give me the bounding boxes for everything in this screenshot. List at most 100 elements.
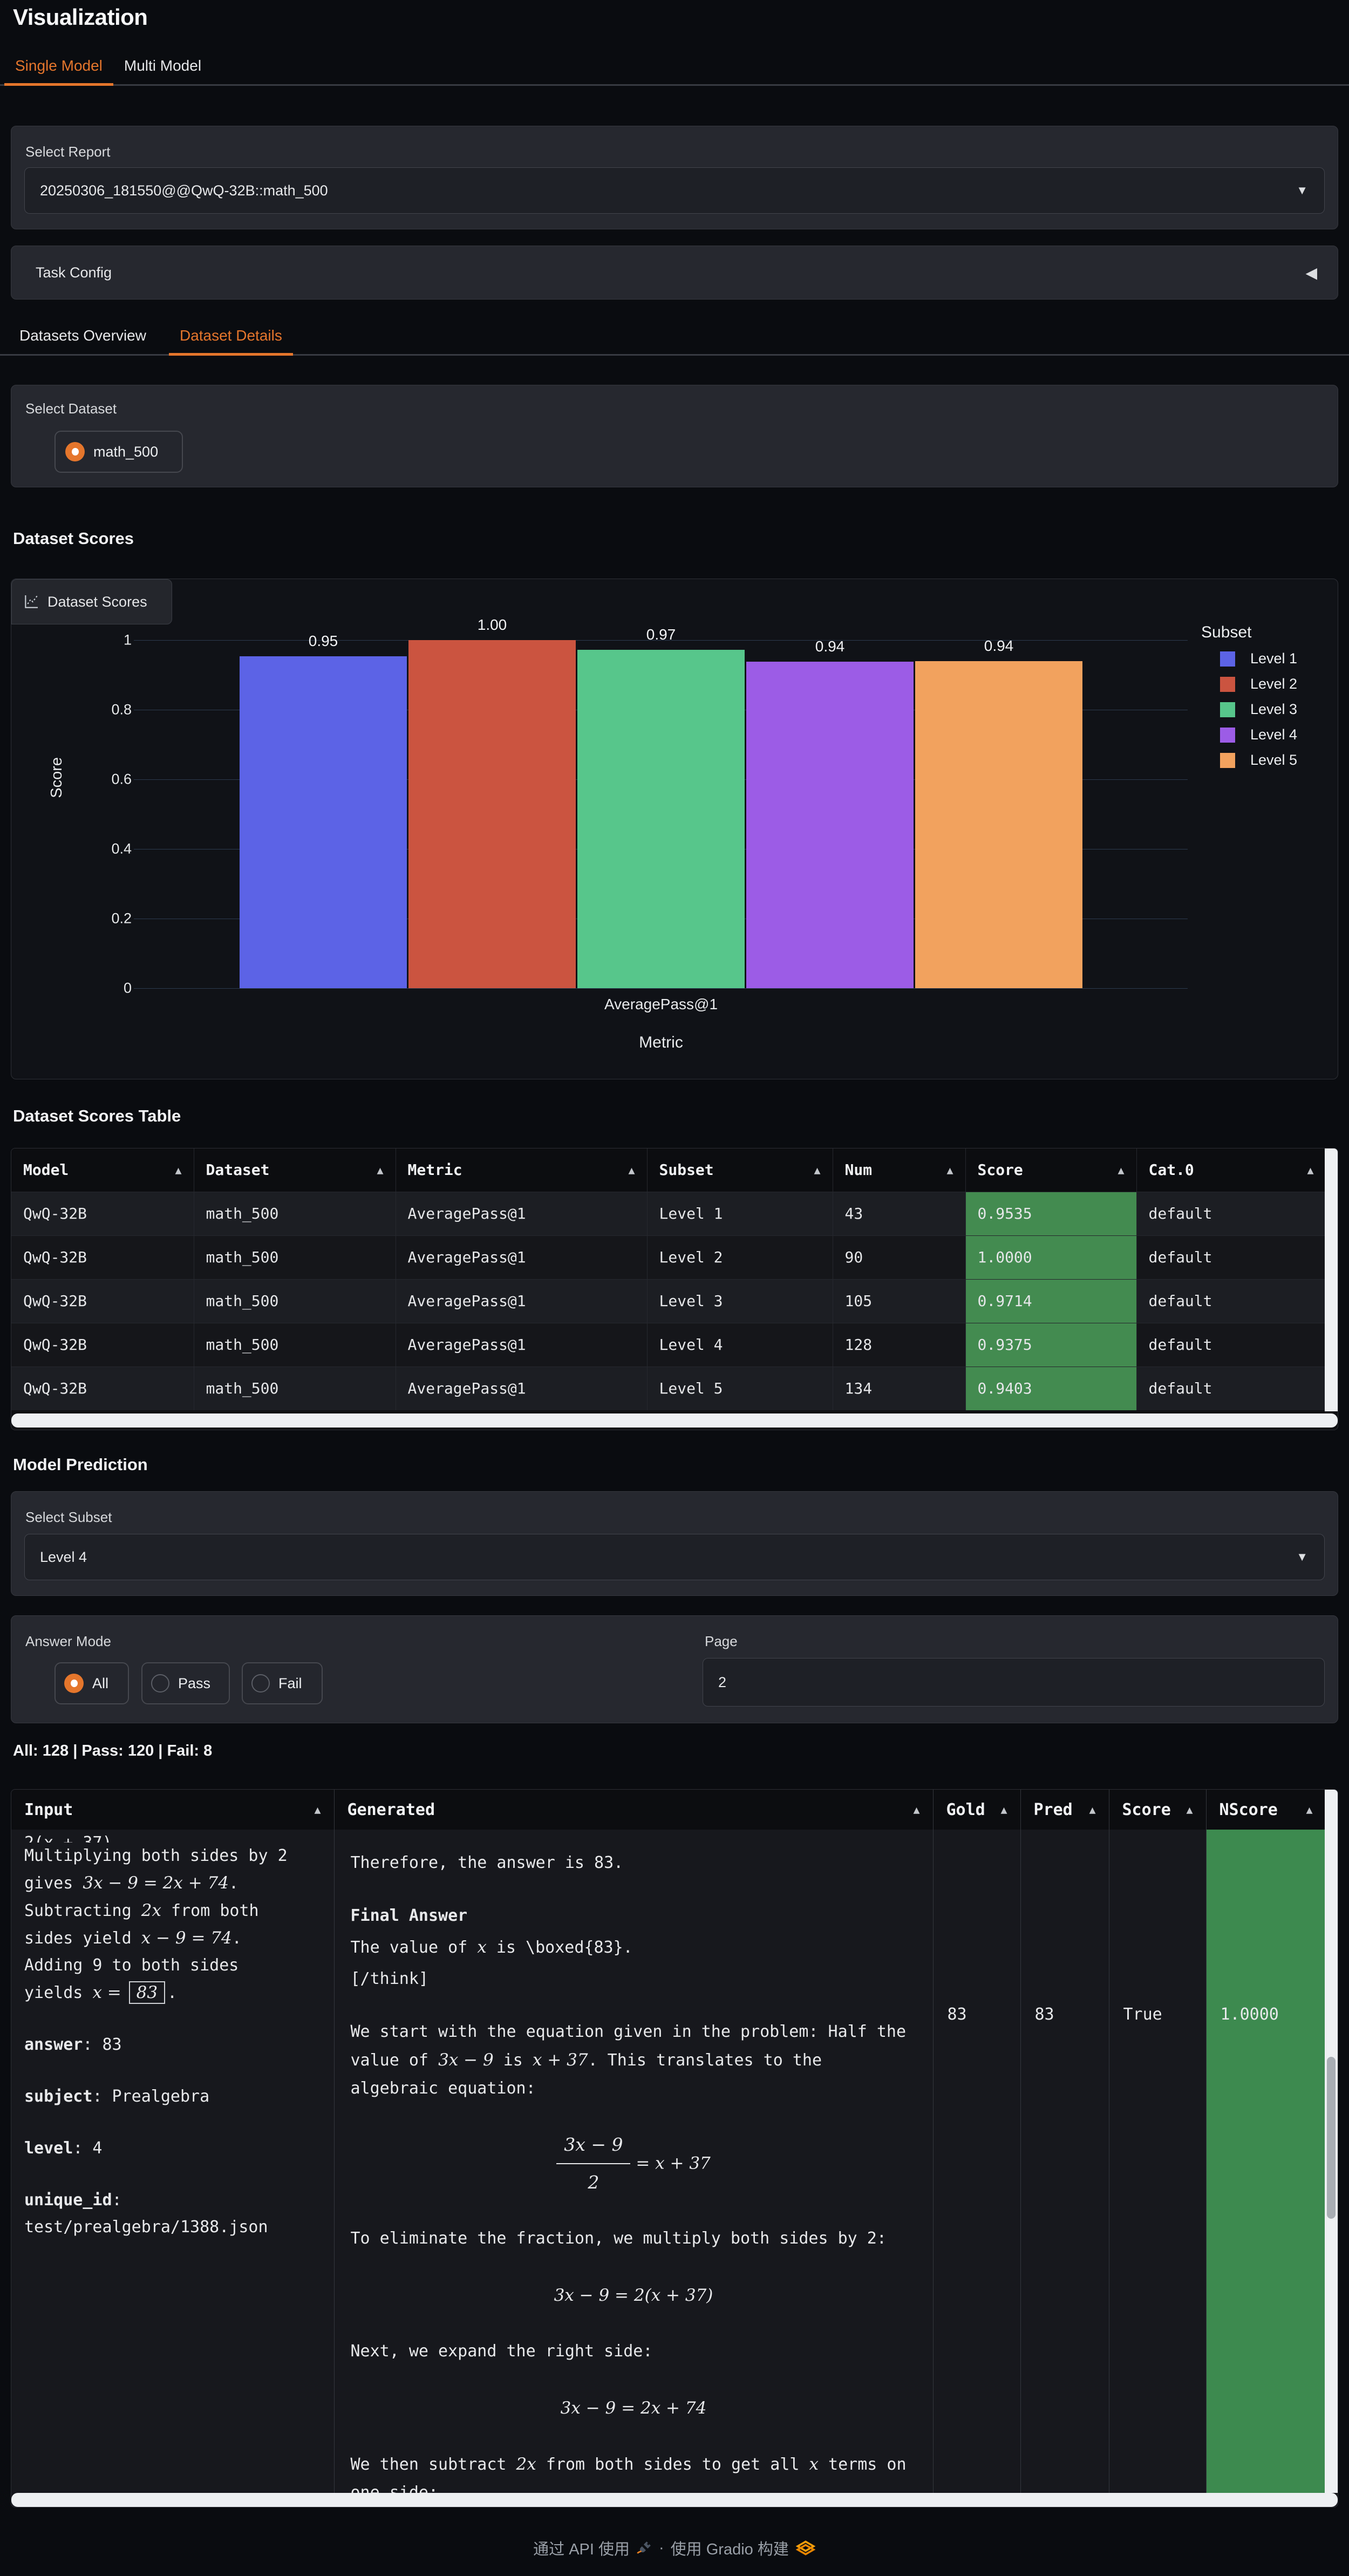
mode-radio-fail[interactable]: Fail: [242, 1662, 323, 1704]
collapse-arrow-icon[interactable]: ◀: [1305, 264, 1317, 282]
tab-dataset-details[interactable]: Dataset Details: [169, 318, 293, 356]
dataset-scores-heading: Dataset Scores: [13, 529, 134, 548]
bar[interactable]: [240, 656, 407, 988]
col-input[interactable]: Input▲: [11, 1790, 334, 1830]
legend-swatch: [1220, 753, 1235, 768]
col-generated[interactable]: Generated▲: [334, 1790, 933, 1830]
sort-asc-icon[interactable]: ▲: [1000, 1803, 1007, 1816]
gold-cell[interactable]: 83: [933, 1830, 1020, 2507]
radio-unselected-icon[interactable]: [151, 1674, 169, 1693]
input-cell[interactable]: 2(x + 37) Multiplying both sides by 2 gi…: [11, 1830, 334, 2507]
dataset-radio-math500[interactable]: math_500: [54, 431, 183, 473]
mode-radio-all[interactable]: All: [54, 1662, 129, 1704]
table-row[interactable]: QwQ-32Bmath_500 AveragePass@1Level 5 134…: [11, 1367, 1326, 1410]
tab-single-model[interactable]: Single Model: [4, 49, 113, 86]
legend-item[interactable]: Level 2: [1220, 676, 1297, 692]
sort-asc-icon[interactable]: ▲: [1186, 1803, 1193, 1816]
task-config-label: Task Config: [36, 264, 112, 281]
mode-all-label: All: [92, 1675, 108, 1692]
chevron-down-icon[interactable]: ▼: [1296, 183, 1308, 198]
sort-asc-icon[interactable]: ▲: [175, 1164, 181, 1177]
legend-swatch: [1220, 702, 1235, 717]
sort-asc-icon[interactable]: ▲: [377, 1164, 383, 1177]
sort-asc-icon[interactable]: ▲: [1089, 1803, 1095, 1816]
bar[interactable]: [577, 650, 745, 988]
y-tick: 0.6: [60, 771, 132, 788]
horizontal-scrollbar[interactable]: [11, 2493, 1338, 2507]
nscore-cell[interactable]: 1.0000: [1206, 1830, 1326, 2507]
score-cell: 0.9714: [965, 1279, 1136, 1323]
bar-level-4[interactable]: 0.94: [746, 640, 914, 988]
table-row[interactable]: QwQ-32Bmath_500 AveragePass@1Level 4 128…: [11, 1323, 1326, 1367]
legend-item[interactable]: Level 5: [1220, 752, 1297, 769]
horizontal-scrollbar[interactable]: [11, 1413, 1338, 1428]
legend-item[interactable]: Level 4: [1220, 726, 1297, 743]
col-score[interactable]: Score▲: [965, 1148, 1136, 1192]
y-tick: 0.4: [60, 841, 132, 858]
col-pred[interactable]: Pred▲: [1020, 1790, 1109, 1830]
sort-asc-icon[interactable]: ▲: [1307, 1164, 1313, 1177]
col-dataset[interactable]: Dataset▲: [194, 1148, 396, 1192]
radio-selected-icon[interactable]: [64, 1674, 84, 1693]
task-config-accordion[interactable]: Task Config ◀: [11, 246, 1338, 300]
equation: 3x − 9 = 2(x + 37): [351, 2281, 917, 2309]
sort-asc-icon[interactable]: ▲: [314, 1803, 321, 1816]
vertical-scrollbar[interactable]: [1325, 1790, 1338, 2493]
generated-cell[interactable]: Therefore, the answer is 83. Final Answe…: [334, 1830, 933, 2507]
table-row[interactable]: QwQ-32Bmath_500 AveragePass@1Level 1 43 …: [11, 1192, 1326, 1235]
sort-asc-icon[interactable]: ▲: [946, 1164, 953, 1177]
chart-chip-label: Dataset Scores: [47, 594, 147, 610]
chart-tab-chip[interactable]: Dataset Scores: [11, 579, 172, 624]
mode-radio-pass[interactable]: Pass: [141, 1662, 230, 1704]
mode-pass-label: Pass: [178, 1675, 210, 1692]
bar[interactable]: [408, 640, 576, 988]
bar-level-2[interactable]: 1.00: [408, 640, 576, 988]
legend-item[interactable]: Level 3: [1220, 701, 1297, 718]
col-model[interactable]: Model▲: [11, 1148, 194, 1192]
col-num[interactable]: Num▲: [833, 1148, 965, 1192]
pred-cell[interactable]: 83: [1020, 1830, 1109, 2507]
bar-level-5[interactable]: 0.94: [915, 640, 1082, 988]
tab-datasets-overview[interactable]: Datasets Overview: [9, 318, 157, 356]
scrollbar-thumb[interactable]: [1327, 2057, 1336, 2219]
answer-mode-label: Answer Mode: [25, 1633, 111, 1650]
tab-multi-model[interactable]: Multi Model: [113, 49, 212, 86]
page-input[interactable]: 2: [703, 1658, 1325, 1707]
legend-label: Level 5: [1250, 752, 1297, 769]
subset-dropdown[interactable]: Level 4 ▼: [24, 1534, 1325, 1580]
col-score[interactable]: Score▲: [1109, 1790, 1206, 1830]
col-gold[interactable]: Gold▲: [933, 1790, 1020, 1830]
select-dataset-panel: Select Dataset math_500: [11, 385, 1338, 487]
bar[interactable]: [915, 661, 1082, 988]
chevron-down-icon[interactable]: ▼: [1296, 1550, 1308, 1564]
bar-level-3[interactable]: 0.97: [577, 640, 745, 988]
sort-asc-icon[interactable]: ▲: [814, 1164, 820, 1177]
dataset-scores-table: Model▲ Dataset▲ Metric▲ Subset▲ Num▲ Sco…: [11, 1148, 1338, 1430]
score-cell[interactable]: True: [1109, 1830, 1206, 2507]
footer-api-text[interactable]: 通过 API 使用: [533, 2537, 630, 2559]
col-cat0[interactable]: Cat.0▲: [1136, 1148, 1326, 1192]
legend-item[interactable]: Level 1: [1220, 650, 1297, 667]
vertical-scrollbar[interactable]: [1325, 1148, 1338, 1411]
sort-asc-icon[interactable]: ▲: [1118, 1164, 1124, 1177]
col-subset[interactable]: Subset▲: [647, 1148, 833, 1192]
radio-selected-icon[interactable]: [65, 442, 85, 461]
legend-label: Level 1: [1250, 650, 1297, 667]
report-dropdown[interactable]: 20250306_181550@@QwQ-32B::math_500 ▼: [24, 167, 1325, 214]
sort-asc-icon[interactable]: ▲: [628, 1164, 635, 1177]
dataset-tabbar: Datasets Overview Dataset Details: [0, 318, 1349, 356]
sort-asc-icon[interactable]: ▲: [913, 1803, 919, 1816]
page-title: Visualization: [13, 4, 147, 30]
bar-level-1[interactable]: 0.95: [240, 640, 407, 988]
radio-unselected-icon[interactable]: [251, 1674, 270, 1693]
col-nscore[interactable]: NScore▲: [1206, 1790, 1326, 1830]
table-row[interactable]: QwQ-32Bmath_500 AveragePass@1Level 3 105…: [11, 1279, 1326, 1323]
select-report-panel: Select Report 20250306_181550@@QwQ-32B::…: [11, 126, 1338, 229]
line-chart-icon: [23, 593, 40, 610]
prediction-row[interactable]: 2(x + 37) Multiplying both sides by 2 gi…: [11, 1830, 1326, 2507]
col-metric[interactable]: Metric▲: [396, 1148, 647, 1192]
bar[interactable]: [746, 662, 914, 988]
table-row[interactable]: QwQ-32Bmath_500 AveragePass@1Level 2 90 …: [11, 1235, 1326, 1279]
footer-built-text[interactable]: 使用 Gradio 构建: [671, 2537, 789, 2559]
sort-asc-icon[interactable]: ▲: [1306, 1803, 1312, 1816]
